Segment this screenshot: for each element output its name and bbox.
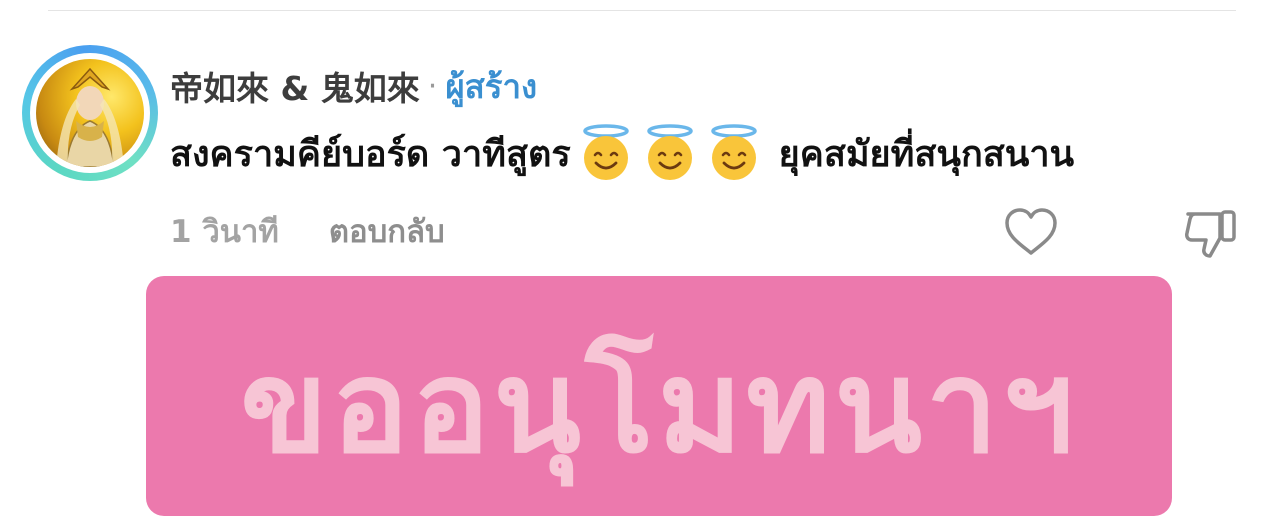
smiling-face-with-halo-icon bbox=[582, 124, 629, 180]
comment-header: 帝如來 & 鬼如來 · ผู้สร้าง bbox=[170, 62, 537, 110]
avatar[interactable] bbox=[22, 45, 158, 181]
creator-badge: ผู้สร้าง bbox=[445, 66, 538, 106]
author-name[interactable]: 帝如來 & 鬼如來 bbox=[170, 62, 420, 110]
top-divider bbox=[48, 10, 1236, 11]
sticker-text: ขออนุโมทนาฯ bbox=[240, 332, 1078, 482]
comment-text: สงครามคีย์บอร์ด วาทีสูตร ยุคสมัยที่สนุกส… bbox=[170, 122, 1074, 184]
timestamp: 1 วินาที bbox=[170, 214, 279, 250]
comment-meta: 1 วินาที ตอบกลับ bbox=[170, 205, 445, 257]
heart-icon bbox=[1005, 208, 1057, 255]
emoji-group bbox=[579, 124, 771, 182]
comment-text-part-2: ยุคสมัยที่สนุกสนาน bbox=[778, 133, 1075, 175]
smiling-face-with-halo-icon bbox=[646, 124, 693, 180]
sticker-image: ขออนุโมทนาฯ bbox=[146, 276, 1172, 516]
comment-text-part-1: สงครามคีย์บอร์ด วาทีสูตร bbox=[170, 133, 571, 175]
like-button[interactable] bbox=[1002, 206, 1060, 258]
avatar-image bbox=[36, 59, 144, 167]
reply-button[interactable]: ตอบกลับ bbox=[329, 206, 445, 256]
avatar-figure-icon bbox=[56, 67, 124, 167]
separator-dot: · bbox=[427, 68, 438, 104]
dislike-button[interactable] bbox=[1182, 204, 1240, 260]
thumbs-down-icon bbox=[1185, 210, 1236, 258]
smiling-face-with-halo-icon bbox=[710, 124, 757, 180]
